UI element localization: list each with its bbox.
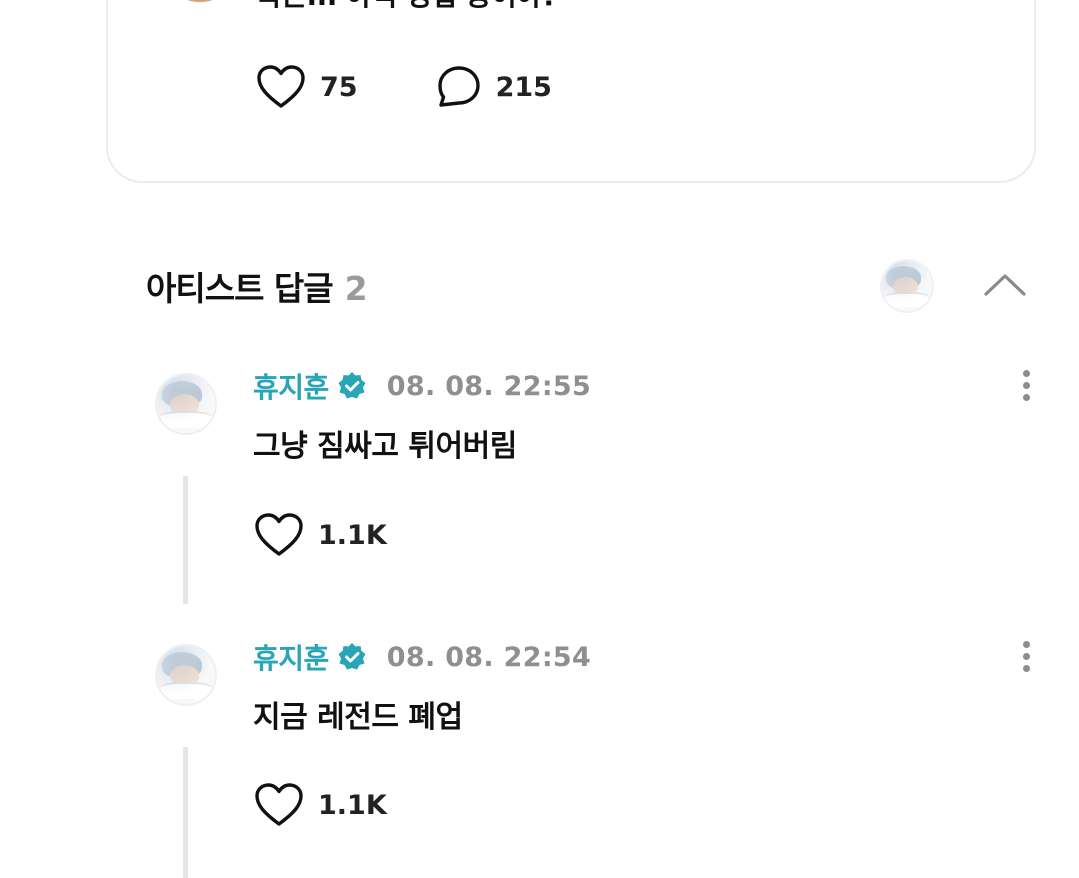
reply-text: 그냥 짐싸고 튀어버림: [253, 429, 517, 464]
artist-replies-header: 아티스트 답글 2: [146, 262, 368, 310]
post-actions: 75 215: [256, 64, 630, 110]
reply-author-avatar[interactable]: [155, 644, 217, 706]
post-card[interactable]: 복근... 아직 영업 중이야? 75 215: [106, 0, 1036, 183]
artist-avatar[interactable]: [880, 259, 934, 313]
section-reply-count: 2: [344, 269, 368, 308]
reply-author-name[interactable]: 휴지훈: [253, 366, 329, 406]
section-title: 아티스트 답글: [146, 269, 334, 308]
verified-badge-icon: [338, 372, 366, 399]
reply-like-button[interactable]: 1.1K: [254, 512, 387, 558]
reply-more-options-button[interactable]: [1014, 641, 1038, 681]
post-like-count: 75: [320, 71, 358, 103]
thread-line: [183, 476, 188, 604]
reply-like-count: 1.1K: [318, 519, 387, 551]
post-comment-count: 215: [495, 71, 552, 103]
artist-replies-screen: 복근... 아직 영업 중이야? 75 215 아티스트 답글 2: [0, 0, 1079, 878]
reply-timestamp: 08. 08. 22:55: [386, 370, 592, 402]
thread-line: [183, 747, 188, 878]
post-like-button[interactable]: 75: [256, 64, 358, 110]
reply-like-button[interactable]: 1.1K: [254, 782, 387, 828]
reply-text: 지금 레전드 폐업: [253, 700, 463, 735]
reply-author-name[interactable]: 휴지훈: [253, 637, 329, 677]
heart-outline-icon: [255, 783, 303, 826]
kebab-dot-icon: [1022, 641, 1030, 648]
reply-more-options-button[interactable]: [1014, 370, 1038, 410]
reply-meta: 휴지훈 08. 08. 22:54: [253, 637, 591, 677]
heart-outline-icon: [255, 513, 303, 556]
post-text: 복근... 아직 영업 중이야?: [256, 0, 558, 14]
reply-author-avatar[interactable]: [155, 373, 217, 435]
reply-timestamp: 08. 08. 22:54: [386, 641, 592, 673]
collapse-replies-button[interactable]: [982, 268, 1028, 302]
reply-meta: 휴지훈 08. 08. 22:55: [253, 366, 591, 406]
speech-bubble-icon: [437, 66, 480, 107]
heart-outline-icon: [257, 65, 305, 108]
kebab-dot-icon: [1022, 370, 1030, 377]
verified-badge-icon: [338, 643, 366, 670]
post-comment-button[interactable]: 215: [436, 65, 552, 109]
post-author-avatar[interactable]: [158, 0, 242, 2]
reply-like-count: 1.1K: [318, 789, 387, 821]
chevron-up-icon: [984, 274, 1026, 296]
